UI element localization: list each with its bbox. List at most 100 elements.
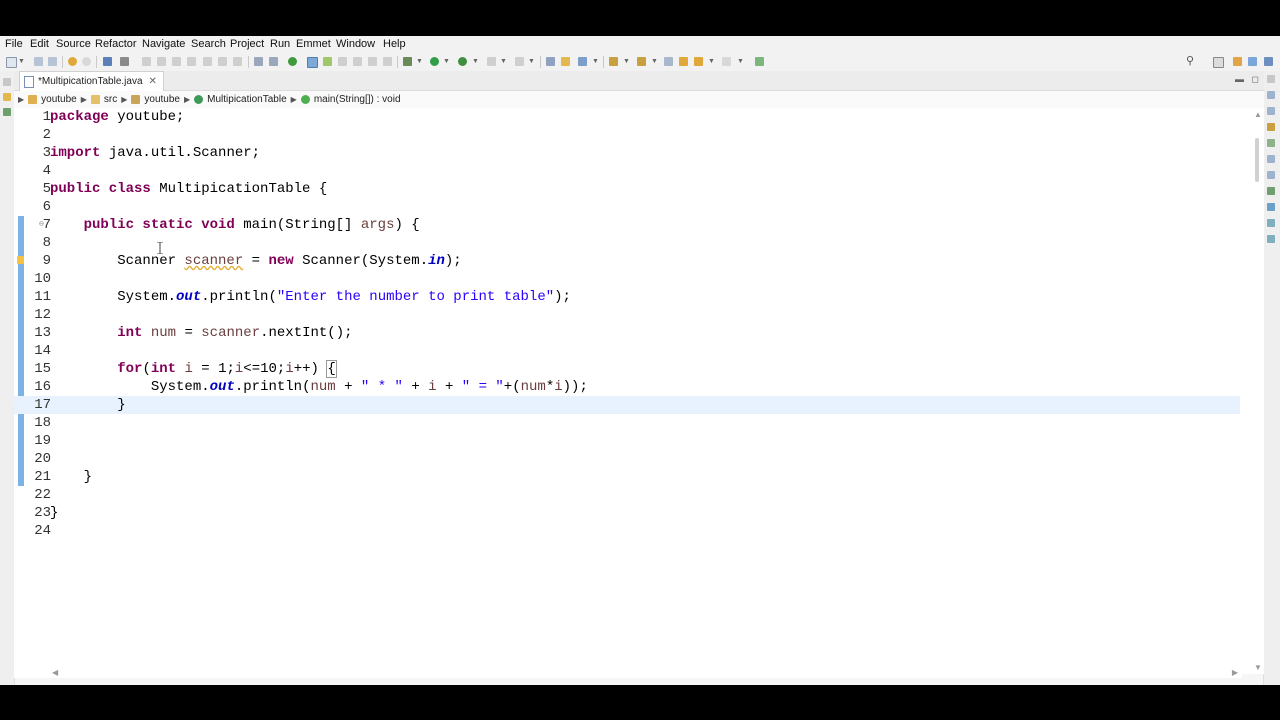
chevron-down-icon[interactable]: ▼ [623,58,630,65]
search-tool-icon[interactable] [578,57,587,66]
toggle-mark-occurrences-icon[interactable] [307,57,318,68]
terminal-icon[interactable] [103,57,112,66]
code-line[interactable]: 2 [14,126,1240,144]
search-icon[interactable]: ⚲ [1186,54,1194,67]
save-all-icon[interactable] [48,57,57,66]
resume-icon[interactable] [142,57,151,66]
code-line[interactable]: 14 [14,342,1240,360]
code-line[interactable]: 16 System.out.println(num + " * " + i + … [14,378,1240,396]
next-annotation-icon[interactable] [609,57,618,66]
menu-source[interactable]: Source [56,38,91,50]
chevron-down-icon[interactable]: ▼ [708,58,715,65]
menu-window[interactable]: Window [336,38,375,50]
menu-file[interactable]: File [5,38,23,50]
scroll-left-icon[interactable]: ◀ [52,668,58,677]
outline-icon[interactable] [3,108,11,116]
editor-tab[interactable]: *MultipicationTable.java ✕ [19,71,164,91]
maximize-icon[interactable]: ◻ [1252,74,1259,85]
scroll-down-icon[interactable]: ▼ [1254,663,1262,672]
toggle-highlight-icon[interactable] [323,57,332,66]
last-edit-icon[interactable] [664,57,673,66]
code-line[interactable]: 22 [14,486,1240,504]
step-into-icon[interactable] [203,57,212,66]
warning-icon[interactable] [17,256,24,264]
java-ee-perspective-icon[interactable] [1233,57,1242,66]
terminate-icon[interactable] [172,57,181,66]
external-tools-icon[interactable] [487,57,496,66]
disconnect-icon[interactable] [187,57,196,66]
code-line[interactable]: 23} [14,504,1240,522]
code-line[interactable]: 1 package youtube; [14,108,1240,126]
chevron-right-icon[interactable]: ▶ [18,95,24,104]
word-wrap-icon[interactable] [353,57,362,66]
chevron-down-icon[interactable]: ▼ [416,58,423,65]
restore-icon[interactable] [1267,75,1275,83]
breadcrumb-project[interactable]: youtube [41,94,77,105]
redo-icon[interactable] [82,57,91,66]
code-editor[interactable]: 1 package youtube; 2 3 import java.util.Sc… [14,108,1264,674]
code-line[interactable]: 4 [14,162,1240,180]
code-line[interactable]: 9 Scanner scanner = new Scanner(System.i… [14,252,1240,270]
menu-project[interactable]: Project [230,38,264,50]
problems-icon[interactable] [1267,123,1275,131]
search-view-icon[interactable] [1267,235,1275,243]
java-perspective-icon[interactable] [1248,57,1257,66]
undo-icon[interactable] [68,57,77,66]
breadcrumb-package[interactable]: youtube [144,94,180,105]
code-line[interactable]: 12 [14,306,1240,324]
breadcrumb-method[interactable]: main(String[]) : void [314,94,401,105]
step-return-icon[interactable] [233,57,242,66]
menu-edit[interactable]: Edit [30,38,49,50]
progress-icon[interactable] [1267,219,1275,227]
code-line[interactable]: 5 public class MultipicationTable { [14,180,1240,198]
code-line[interactable]: 11 System.out.println("Enter the number … [14,288,1240,306]
chevron-right-icon[interactable]: ▶ [81,95,87,104]
code-line[interactable]: 20 [14,450,1240,468]
task-list-icon[interactable] [1267,91,1275,99]
back-arrow-icon[interactable] [694,57,703,66]
code-line-current[interactable]: 17 } [14,396,1240,414]
minimize-icon[interactable]: ▬ [1235,74,1244,84]
forward-icon[interactable] [722,57,731,66]
menu-refactor[interactable]: Refactor [95,38,137,50]
coverage-view-icon[interactable] [1267,187,1275,195]
menu-help[interactable]: Help [383,38,406,50]
back-icon[interactable] [679,57,688,66]
close-icon[interactable]: ✕ [149,76,157,87]
code-line[interactable]: 8 [14,234,1240,252]
chevron-down-icon[interactable]: ▼ [651,58,658,65]
open-perspective-icon[interactable] [1213,57,1224,68]
menu-run[interactable]: Run [270,38,290,50]
chevron-down-icon[interactable]: ▼ [592,58,599,65]
hierarchy-icon[interactable] [1267,139,1275,147]
chevron-down-icon[interactable]: ▼ [443,58,450,65]
new-server-icon[interactable] [288,57,297,66]
menu-search[interactable]: Search [191,38,226,50]
coverage-icon[interactable] [458,57,467,66]
menu-navigate[interactable]: Navigate [142,38,185,50]
horizontal-scrollbar[interactable]: ◀ ▶ [14,668,1242,678]
show-whitespace-icon[interactable] [368,57,377,66]
menu-emmet[interactable]: Emmet [296,38,331,50]
breadcrumb-class[interactable]: MultipicationTable [207,94,287,105]
fold-toggle-icon[interactable]: ⊖ [39,216,44,234]
profile-icon[interactable] [515,57,524,66]
block-selection-icon[interactable] [338,57,347,66]
code-line[interactable]: 18 [14,414,1240,432]
chevron-down-icon[interactable]: ▼ [472,58,479,65]
suspend-icon[interactable] [157,57,166,66]
step-over-icon[interactable] [218,57,227,66]
chevron-down-icon[interactable]: ▼ [18,58,25,65]
code-line[interactable]: 6 [14,198,1240,216]
chevron-down-icon[interactable]: ▼ [737,58,744,65]
chevron-down-icon[interactable]: ▼ [500,58,507,65]
code-line[interactable]: 19 [14,432,1240,450]
code-line[interactable]: 3 import java.util.Scanner; [14,144,1240,162]
new-icon[interactable] [6,57,17,68]
open-folder-icon[interactable] [561,57,570,66]
outline-view-icon[interactable] [1267,107,1275,115]
debug-perspective-icon[interactable] [1264,57,1273,66]
save-icon[interactable] [34,57,43,66]
package-explorer-icon[interactable] [3,93,11,101]
servers-icon[interactable] [1267,171,1275,179]
